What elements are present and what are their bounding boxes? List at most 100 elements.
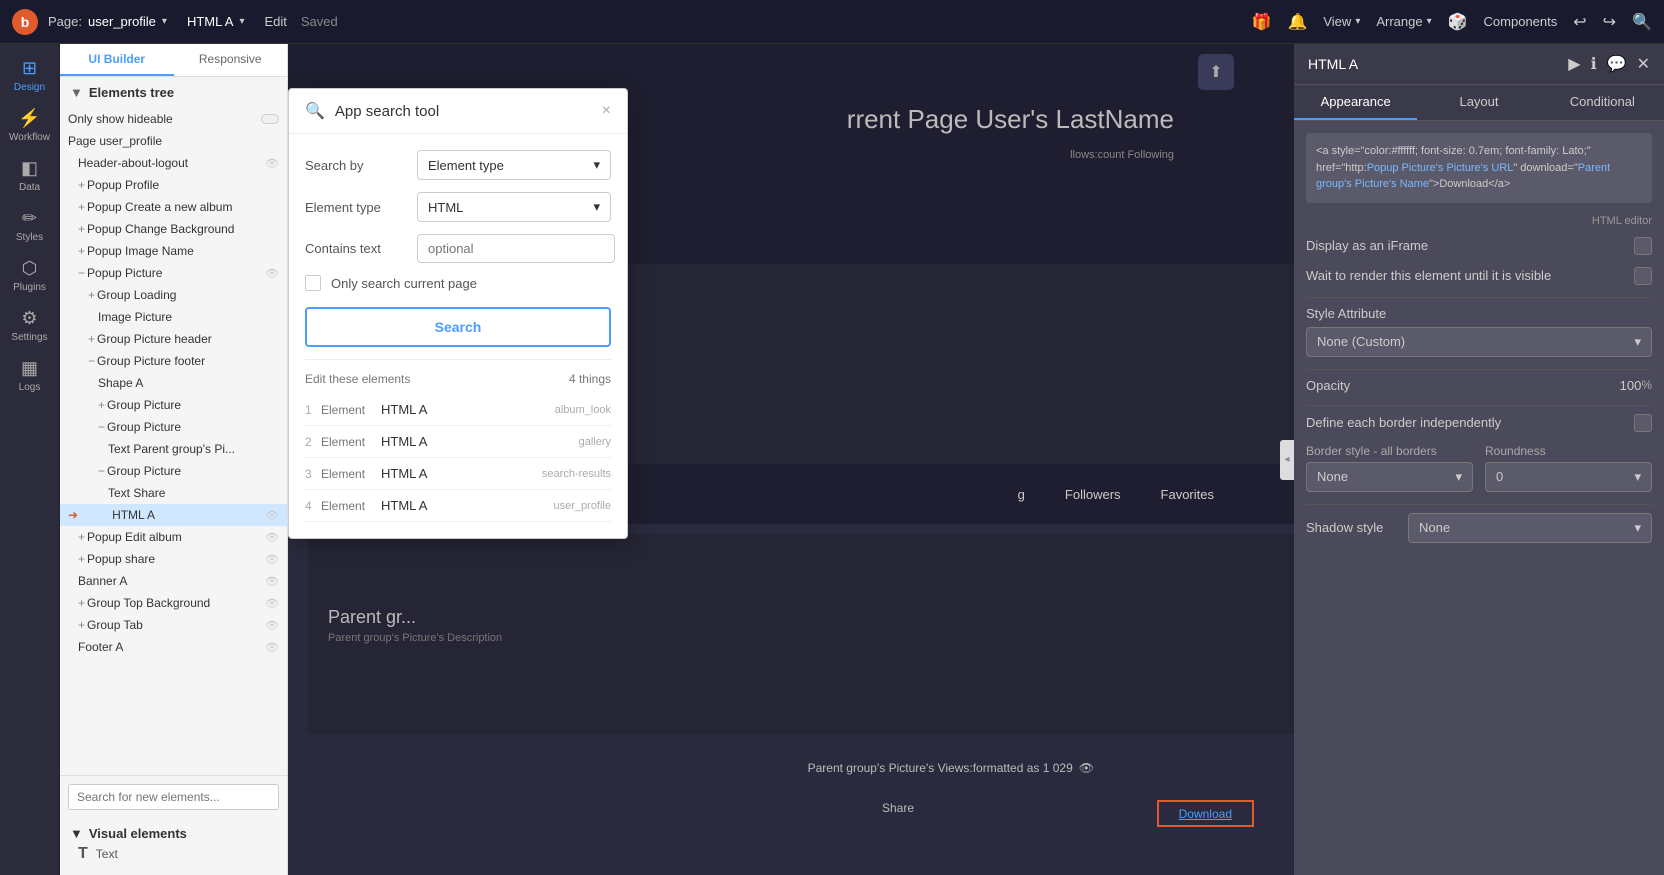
style-attr-select[interactable]: None (Custom) ▾ bbox=[1306, 327, 1652, 357]
tree-header[interactable]: Header-about-logout 👁 bbox=[60, 152, 287, 174]
bell-icon-btn[interactable]: 🔔 bbox=[1287, 12, 1307, 32]
undo-icon[interactable]: ↩ bbox=[1573, 12, 1586, 32]
search-new-input[interactable] bbox=[68, 784, 279, 810]
gift-icon-btn[interactable]: 🎁 bbox=[1252, 12, 1272, 32]
redo-icon[interactable]: ↪ bbox=[1603, 12, 1616, 32]
opacity-row: Opacity 100 % bbox=[1306, 378, 1652, 393]
results-count: 4 things bbox=[569, 372, 611, 386]
canvas-download-btn[interactable]: Download bbox=[1157, 800, 1254, 827]
rp-tab-layout[interactable]: Layout bbox=[1417, 85, 1540, 120]
search-by-select[interactable]: Element type ▾ bbox=[417, 150, 611, 180]
3d-cube-icon[interactable]: 🎲 bbox=[1448, 12, 1468, 32]
border-style-select[interactable]: None ▾ bbox=[1306, 462, 1473, 492]
tree-item-label: Group Picture footer bbox=[97, 354, 205, 368]
tree-popup-edit-album[interactable]: + Popup Edit album 👁 bbox=[60, 526, 287, 548]
sidebar-item-styles[interactable]: ✏ Styles bbox=[5, 202, 55, 248]
search-popup-close-button[interactable]: × bbox=[602, 102, 611, 120]
display-iframe-checkbox[interactable] bbox=[1634, 237, 1652, 255]
rp-tab-conditional[interactable]: Conditional bbox=[1541, 85, 1664, 120]
tree-only-hideable[interactable]: Only show hideable bbox=[60, 108, 287, 130]
only-current-page-checkbox[interactable] bbox=[305, 275, 321, 291]
tree-page[interactable]: Page user_profile bbox=[60, 130, 287, 152]
search-top-icon[interactable]: 🔍 bbox=[1632, 12, 1652, 32]
tree-popup-share[interactable]: + Popup share 👁 bbox=[60, 548, 287, 570]
eye-icon[interactable]: 👁 bbox=[265, 509, 279, 522]
tree-shape-a[interactable]: Shape A bbox=[60, 372, 287, 394]
arrange-dropdown[interactable]: Arrange ▾ bbox=[1376, 14, 1431, 29]
tree-item-label: Popup Change Background bbox=[87, 222, 234, 236]
tree-popup-picture[interactable]: − Popup Picture 👁 bbox=[60, 262, 287, 284]
opacity-value: 100 bbox=[1620, 378, 1642, 393]
info-icon[interactable]: ℹ bbox=[1591, 54, 1597, 74]
page-selector[interactable]: Page: user_profile ▾ bbox=[48, 14, 167, 29]
upload-icon[interactable]: ⬆ bbox=[1198, 54, 1234, 90]
search-result-4[interactable]: 4 Element HTML A user_profile bbox=[305, 490, 611, 522]
tree-group-top-bg[interactable]: + Group Top Background 👁 bbox=[60, 592, 287, 614]
sidebar-item-workflow[interactable]: ⚡ Workflow bbox=[5, 102, 55, 148]
sidebar-item-design[interactable]: ⊞ Design bbox=[5, 52, 55, 98]
contains-text-input[interactable] bbox=[417, 234, 615, 263]
element-type-select[interactable]: HTML ▾ bbox=[417, 192, 611, 222]
play-icon[interactable]: ▶ bbox=[1568, 54, 1580, 74]
border-style-label: Border style - all borders bbox=[1306, 444, 1473, 458]
search-result-2[interactable]: 2 Element HTML A gallery bbox=[305, 426, 611, 458]
sidebar-item-logs[interactable]: ▦ Logs bbox=[5, 352, 55, 398]
tree-popup-profile[interactable]: + Popup Profile bbox=[60, 174, 287, 196]
tree-text-share[interactable]: Text Share bbox=[60, 482, 287, 504]
tree-group-picture-2[interactable]: − Group Picture bbox=[60, 416, 287, 438]
text-element-label: Text bbox=[96, 847, 118, 861]
eye-icon[interactable]: 👁 bbox=[265, 553, 279, 566]
elements-tree-title: ▼ Elements tree bbox=[60, 77, 287, 108]
sidebar-item-plugins[interactable]: ⬡ Plugins bbox=[5, 252, 55, 298]
tree-group-loading[interactable]: + Group Loading bbox=[60, 284, 287, 306]
tab-ui-builder[interactable]: UI Builder bbox=[60, 44, 174, 76]
eye-icon[interactable]: 👁 bbox=[265, 575, 279, 588]
tree-group-picture-3[interactable]: − Group Picture bbox=[60, 460, 287, 482]
search-result-3[interactable]: 3 Element HTML A search-results bbox=[305, 458, 611, 490]
edit-button[interactable]: Edit bbox=[264, 14, 286, 29]
eye-icon[interactable]: 👁 bbox=[265, 157, 279, 170]
result-context: album_look bbox=[555, 404, 611, 416]
canvas-tab-favorites: Favorites bbox=[1161, 487, 1214, 502]
wait-render-checkbox[interactable] bbox=[1634, 267, 1652, 285]
eye-icon[interactable]: 👁 bbox=[265, 597, 279, 610]
topbar-actions: Edit Saved bbox=[264, 14, 337, 29]
eye-icon[interactable]: 👁 bbox=[265, 531, 279, 544]
collapse-handle[interactable]: ◂ bbox=[1280, 440, 1294, 480]
toggle-hideable[interactable] bbox=[261, 114, 279, 124]
html-selector[interactable]: HTML A ▾ bbox=[187, 14, 245, 29]
canvas-tab-g: g bbox=[1018, 487, 1025, 502]
tree-html-a[interactable]: ➜ HTML A 👁 bbox=[60, 504, 287, 526]
tree-group-picture-footer[interactable]: − Group Picture footer bbox=[60, 350, 287, 372]
text-element-item[interactable]: T Text bbox=[70, 841, 277, 867]
prefix-icon: + bbox=[78, 200, 85, 214]
search-button[interactable]: Search bbox=[305, 307, 611, 347]
tree-popup-imgname[interactable]: + Popup Image Name bbox=[60, 240, 287, 262]
tree-popup-album[interactable]: + Popup Create a new album bbox=[60, 196, 287, 218]
tree-group-picture-header[interactable]: + Group Picture header bbox=[60, 328, 287, 350]
tab-responsive[interactable]: Responsive bbox=[174, 44, 288, 76]
tree-group-picture-1[interactable]: + Group Picture bbox=[60, 394, 287, 416]
tree-footer-a[interactable]: Footer A 👁 bbox=[60, 636, 287, 658]
sidebar-item-settings[interactable]: ⚙ Settings bbox=[5, 302, 55, 348]
sidebar-item-data[interactable]: ◧ Data bbox=[5, 152, 55, 198]
shadow-style-select[interactable]: None ▾ bbox=[1408, 513, 1652, 543]
arrow-indicator-icon: ➜ bbox=[68, 508, 78, 522]
view-dropdown[interactable]: View ▾ bbox=[1323, 14, 1360, 29]
tree-text-parent[interactable]: Text Parent group's Pi... bbox=[60, 438, 287, 460]
rp-tab-appearance[interactable]: Appearance bbox=[1294, 85, 1417, 120]
define-border-checkbox[interactable] bbox=[1634, 414, 1652, 432]
tree-banner-a[interactable]: Banner A 👁 bbox=[60, 570, 287, 592]
tree-popup-bg[interactable]: + Popup Change Background bbox=[60, 218, 287, 240]
tree-image-picture[interactable]: Image Picture bbox=[60, 306, 287, 328]
eye-icon[interactable]: 👁 bbox=[265, 641, 279, 654]
close-panel-icon[interactable]: ✕ bbox=[1637, 54, 1650, 74]
roundness-select[interactable]: 0 ▾ bbox=[1485, 462, 1652, 492]
components-dropdown[interactable]: Components bbox=[1484, 14, 1558, 29]
tree-group-tab[interactable]: + Group Tab 👁 bbox=[60, 614, 287, 636]
comment-icon[interactable]: 💬 bbox=[1607, 54, 1627, 74]
styles-icon: ✏ bbox=[22, 208, 37, 229]
search-result-1[interactable]: 1 Element HTML A album_look bbox=[305, 394, 611, 426]
eye-icon[interactable]: 👁 bbox=[265, 267, 279, 280]
eye-icon[interactable]: 👁 bbox=[265, 619, 279, 632]
